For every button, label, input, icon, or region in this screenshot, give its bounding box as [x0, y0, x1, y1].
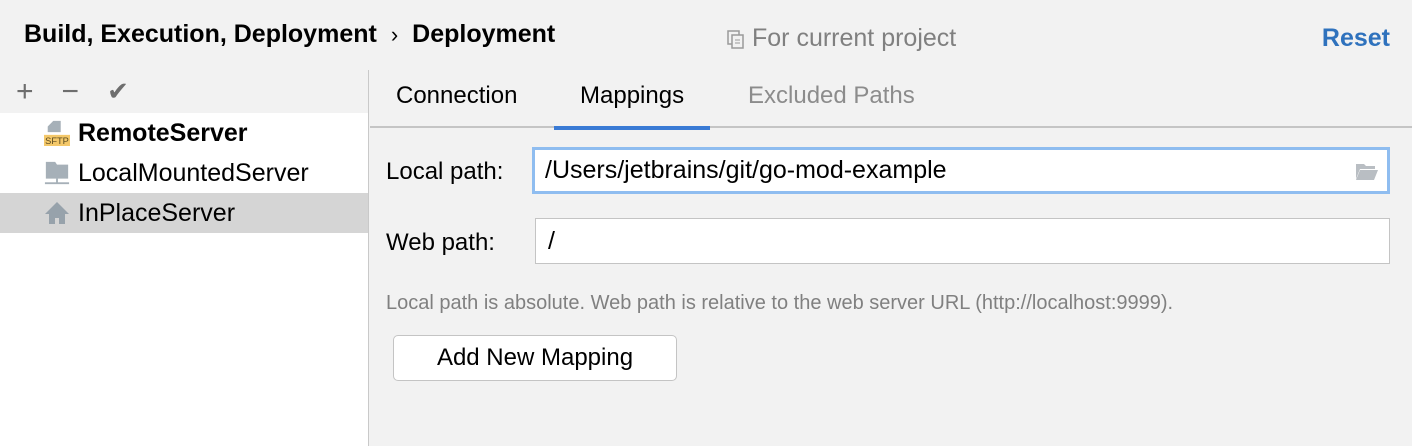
tab-excluded-paths[interactable]: Excluded Paths: [722, 70, 941, 128]
server-item-remote[interactable]: SFTP RemoteServer: [0, 113, 368, 153]
server-toolbar: + − ✔: [0, 70, 368, 113]
breadcrumb-parent: Build, Execution, Deployment: [24, 20, 377, 48]
local-path-label: Local path:: [386, 158, 504, 185]
page-title: Deployment: [412, 20, 556, 48]
server-name: InPlaceServer: [78, 198, 236, 227]
add-icon[interactable]: +: [16, 75, 34, 109]
breadcrumb: Build, Execution, Deployment › Deployment: [24, 20, 555, 49]
scope-label: For current project: [752, 24, 957, 52]
tab-connection[interactable]: Connection: [370, 70, 543, 128]
svg-text:SFTP: SFTP: [45, 136, 69, 146]
browse-folder-icon[interactable]: [1355, 161, 1379, 181]
breadcrumb-separator: ›: [390, 22, 399, 47]
home-icon: [44, 199, 70, 227]
check-icon[interactable]: ✔: [107, 76, 129, 107]
web-path-field[interactable]: /: [535, 218, 1390, 264]
tab-mappings[interactable]: Mappings: [554, 70, 711, 130]
add-new-mapping-button[interactable]: Add New Mapping: [393, 335, 677, 381]
server-item-local-mounted[interactable]: LocalMountedServer: [0, 153, 368, 193]
server-item-in-place[interactable]: InPlaceServer: [0, 193, 368, 233]
server-list: SFTP RemoteServer LocalMountedServer InP…: [0, 113, 368, 446]
remove-icon[interactable]: −: [62, 75, 80, 109]
mapping-hint: Local path is absolute. Web path is rela…: [386, 292, 1174, 314]
web-path-label: Web path:: [386, 229, 495, 256]
reset-link[interactable]: Reset: [1322, 24, 1390, 53]
server-name: LocalMountedServer: [78, 158, 309, 187]
scope-indicator: For current project: [726, 24, 956, 53]
local-path-value: /Users/jetbrains/git/go-mod-example: [545, 156, 947, 184]
mounted-folder-icon: [44, 159, 70, 187]
sftp-icon: SFTP: [44, 119, 70, 147]
web-path-value: /: [548, 226, 555, 255]
server-panel: + − ✔ SFTP RemoteServer LocalMountedServ…: [0, 70, 369, 446]
tab-bar: Connection Mappings Excluded Paths: [370, 70, 1412, 130]
project-scope-icon: [727, 29, 744, 49]
local-path-field[interactable]: /Users/jetbrains/git/go-mod-example: [532, 147, 1390, 194]
server-name: RemoteServer: [78, 118, 248, 147]
